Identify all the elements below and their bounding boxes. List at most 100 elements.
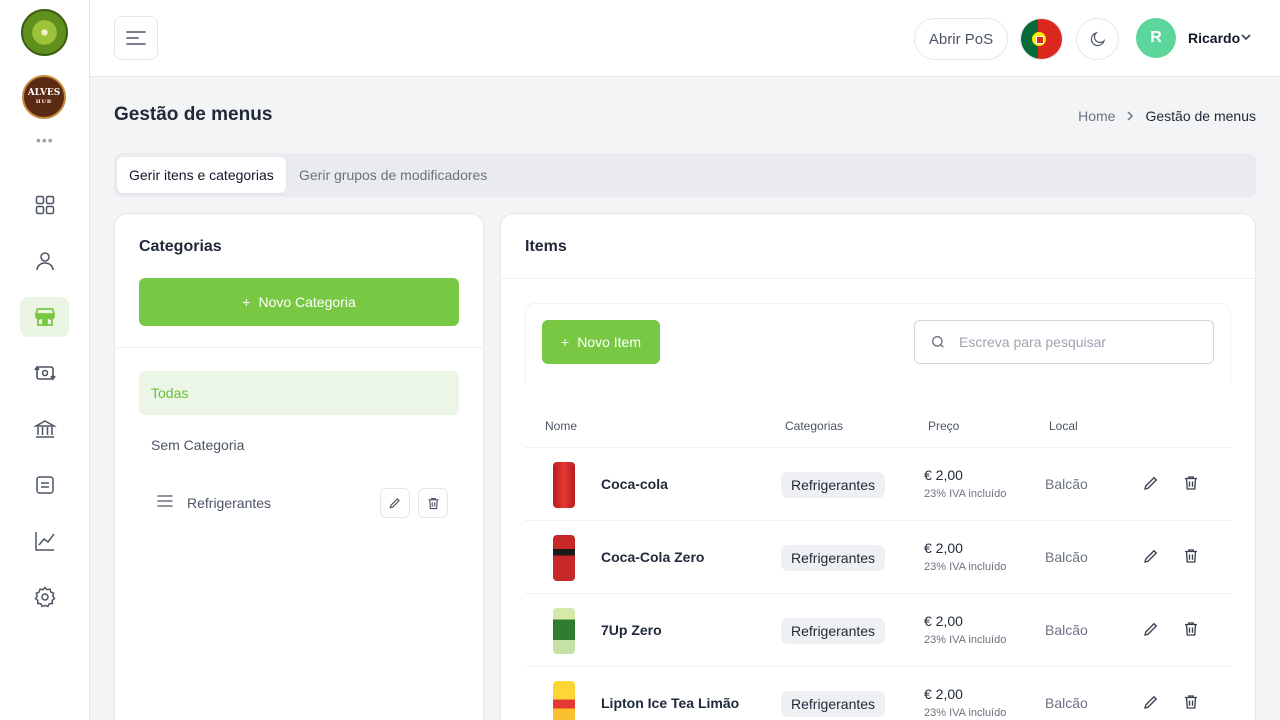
theme-toggle-button[interactable] xyxy=(1076,18,1119,60)
pencil-icon[interactable] xyxy=(1142,474,1160,492)
tab-bar: Gerir itens e categorias Gerir grupos de… xyxy=(114,153,1256,197)
item-name: Lipton Ice Tea Limão xyxy=(601,695,740,711)
breadcrumb-home-link[interactable]: Home xyxy=(1078,108,1115,124)
categories-title: Categorias xyxy=(139,238,222,255)
category-all[interactable]: Todas xyxy=(139,371,459,415)
column-header-price: Preço xyxy=(928,419,960,433)
item-name: Coca-cola xyxy=(601,476,668,492)
language-flag-portugal[interactable] xyxy=(1020,18,1063,60)
drag-handle-icon[interactable] xyxy=(157,494,173,508)
trash-icon xyxy=(428,497,438,509)
edit-category-button[interactable] xyxy=(380,488,410,518)
category-badge: Refrigerantes xyxy=(781,472,886,498)
sidebar: ALVES HUB ••• xyxy=(0,0,90,720)
item-tax: 23% IVA incluído xyxy=(924,634,1007,646)
trash-icon[interactable] xyxy=(1182,473,1200,493)
top-header: Abrir PoS R Ricardo xyxy=(90,0,1280,77)
item-price: € 2,00 xyxy=(924,467,963,483)
breadcrumb-current: Gestão de menus xyxy=(1145,108,1256,124)
nav-documents[interactable] xyxy=(20,465,69,505)
item-local: Balcão xyxy=(1045,549,1088,565)
item-price: € 2,00 xyxy=(924,540,963,556)
item-local: Balcão xyxy=(1045,476,1088,492)
pencil-icon[interactable] xyxy=(1142,547,1160,565)
breadcrumb: Home Gestão de menus xyxy=(1078,108,1256,124)
item-image-coca-cola-zero xyxy=(553,535,575,581)
items-panel: Items + Novo Item Nome Categorias Preço … xyxy=(500,213,1256,720)
divider xyxy=(115,347,483,348)
item-local: Balcão xyxy=(1045,622,1088,638)
item-image-7up-zero xyxy=(553,608,575,654)
search-input[interactable] xyxy=(959,321,1199,363)
divider xyxy=(501,278,1255,279)
settings-icon xyxy=(33,586,56,608)
category-badge: Refrigerantes xyxy=(781,545,886,571)
trash-icon[interactable] xyxy=(1182,619,1200,639)
store-icon xyxy=(34,308,55,326)
dashboard-icon xyxy=(35,195,54,215)
table-row[interactable]: Coca-Cola Zero Refrigerantes € 2,00 23% … xyxy=(525,520,1231,593)
item-local: Balcão xyxy=(1045,695,1088,711)
category-uncategorized[interactable]: Sem Categoria xyxy=(151,437,244,453)
category-badge: Refrigerantes xyxy=(781,618,886,644)
menu-toggle-button[interactable] xyxy=(114,16,158,60)
column-header-local: Local xyxy=(1049,419,1078,433)
search-box[interactable] xyxy=(914,320,1214,364)
table-row[interactable]: Lipton Ice Tea Limão Refrigerantes € 2,0… xyxy=(525,666,1231,720)
search-icon xyxy=(932,336,944,348)
table-row[interactable]: Coca-cola Refrigerantes € 2,00 23% IVA i… xyxy=(525,447,1231,520)
item-price: € 2,00 xyxy=(924,686,963,702)
nav-users[interactable] xyxy=(20,241,69,281)
chart-line-icon xyxy=(34,532,55,551)
page-title: Gestão de menus xyxy=(114,104,273,125)
tab-items-categories[interactable]: Gerir itens e categorias xyxy=(117,157,286,193)
nav-settings[interactable] xyxy=(20,577,69,617)
item-tax: 23% IVA incluído xyxy=(924,707,1007,719)
alves-logo-text: ALVES xyxy=(27,88,61,98)
kiwi-logo[interactable] xyxy=(21,9,68,56)
pencil-icon xyxy=(389,498,400,509)
nav-transfers[interactable] xyxy=(20,353,69,393)
tab-modifier-groups[interactable]: Gerir grupos de modificadores xyxy=(287,157,499,193)
nav-store[interactable] xyxy=(20,297,69,337)
open-pos-button[interactable]: Abrir PoS xyxy=(914,18,1008,60)
alves-logo-sub: HUB xyxy=(35,99,53,105)
category-badge: Refrigerantes xyxy=(781,691,886,717)
categories-panel: Categorias + Novo Categoria Todas Sem Ca… xyxy=(114,213,484,720)
nav-dashboard[interactable] xyxy=(20,185,69,225)
trash-icon[interactable] xyxy=(1182,546,1200,566)
user-name[interactable]: Ricardo xyxy=(1188,30,1240,46)
item-name: 7Up Zero xyxy=(601,622,662,638)
new-item-label: Novo Item xyxy=(577,334,641,350)
pencil-icon[interactable] xyxy=(1142,620,1160,638)
category-label: Refrigerantes xyxy=(187,495,272,511)
nav-reports[interactable] xyxy=(20,521,69,561)
trash-icon[interactable] xyxy=(1182,692,1200,712)
menu-icon xyxy=(126,31,146,45)
items-title: Items xyxy=(525,238,567,255)
column-header-categories: Categorias xyxy=(785,419,844,433)
new-category-button[interactable]: + Novo Categoria xyxy=(139,278,459,326)
new-item-button[interactable]: + Novo Item xyxy=(542,320,660,364)
flag-emblem-icon xyxy=(1032,32,1046,46)
item-price: € 2,00 xyxy=(924,613,963,629)
new-category-label: Novo Categoria xyxy=(258,294,356,310)
chevron-right-icon xyxy=(1127,111,1134,121)
pencil-icon[interactable] xyxy=(1142,693,1160,711)
chevron-down-icon[interactable] xyxy=(1240,31,1252,43)
nav-bank[interactable] xyxy=(20,409,69,449)
delete-category-button[interactable] xyxy=(418,488,448,518)
column-header-name: Nome xyxy=(545,419,578,433)
document-icon xyxy=(35,476,54,494)
bank-icon xyxy=(32,420,57,438)
more-dots-icon[interactable]: ••• xyxy=(36,132,54,148)
user-avatar[interactable]: R xyxy=(1136,18,1176,58)
plus-icon: + xyxy=(242,294,251,310)
table-row[interactable]: 7Up Zero Refrigerantes € 2,00 23% IVA in… xyxy=(525,593,1231,666)
alves-hub-logo[interactable]: ALVES HUB xyxy=(22,75,66,119)
item-image-lipton-ice-tea xyxy=(553,681,575,720)
item-image-coca-cola xyxy=(553,462,575,508)
user-icon xyxy=(35,252,54,271)
category-row[interactable]: Refrigerantes xyxy=(139,486,459,520)
item-tax: 23% IVA incluído xyxy=(924,488,1007,500)
